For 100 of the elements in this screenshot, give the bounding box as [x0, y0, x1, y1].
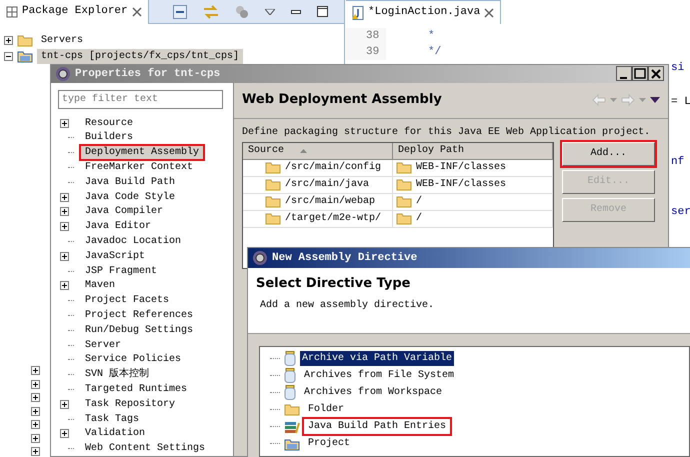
column-header[interactable]: Deploy Path [393, 142, 553, 160]
line-number: 39 [346, 44, 386, 60]
close-icon[interactable] [648, 66, 664, 82]
settings-item[interactable]: Java Build Path [81, 176, 180, 189]
expand-icon[interactable] [60, 118, 69, 128]
expand-icon[interactable] [31, 393, 40, 402]
table-cell-text: / [416, 212, 422, 226]
directive-type-item[interactable]: Java Build Path Entries [304, 419, 450, 434]
menu-icon[interactable] [650, 97, 660, 104]
settings-item[interactable]: FreeMarker Context [81, 160, 198, 174]
project-icon [284, 436, 300, 450]
expand-icon[interactable] [31, 420, 40, 429]
settings-item[interactable]: Task Repository [81, 398, 180, 411]
directive-type-item[interactable]: Archive via Path Variable [300, 351, 454, 366]
table-cell-text: /src/main/config [285, 160, 382, 176]
expand-icon[interactable] [60, 207, 69, 216]
expand-icon[interactable] [60, 192, 69, 202]
settings-item[interactable]: Project Facets [81, 294, 174, 308]
page-title: Web Deployment Assembly [242, 91, 442, 110]
expand-icon[interactable] [31, 447, 40, 456]
jar-icon [284, 385, 296, 400]
jar-icon [284, 368, 296, 383]
collapse-all-icon[interactable] [173, 4, 187, 18]
settings-item[interactable]: Validation [81, 427, 150, 440]
close-icon[interactable] [132, 6, 142, 16]
folder-icon [265, 212, 281, 226]
collapse-icon[interactable] [4, 52, 13, 60]
code-fragment: nf [671, 155, 684, 170]
maximize-icon[interactable] [632, 66, 648, 82]
folder-icon [17, 34, 33, 46]
code-fragment: ser [671, 205, 690, 220]
settings-item[interactable]: Web Content Settings [81, 442, 210, 456]
dialog-heading: Select Directive Type [256, 275, 412, 293]
settings-item[interactable]: Targeted Runtimes [81, 382, 192, 396]
settings-item[interactable]: Java Editor [81, 220, 156, 234]
folder-icon [265, 178, 281, 192]
folder-icon [284, 403, 300, 416]
page-description: Define packaging structure for this Java EE Web Application project. [241, 126, 652, 140]
code-fragment: si [671, 61, 684, 76]
expand-icon[interactable] [60, 222, 69, 232]
books-icon [284, 420, 300, 434]
table-cell-text: WEB-INF/classes [416, 160, 506, 176]
filter-field[interactable]: type filter text [58, 90, 223, 109]
package-icon [6, 6, 18, 18]
column-header[interactable]: Source [243, 142, 393, 160]
table-cell-text: / [416, 194, 422, 210]
table-cell-text: WEB-INF/classes [416, 178, 506, 192]
minimize-icon[interactable] [291, 10, 301, 14]
java-file-icon [352, 6, 364, 20]
editor-tab-title: *LoginAction.java [368, 5, 480, 20]
settings-item[interactable]: Maven [81, 279, 120, 292]
dialog-description: Add a new assembly directive. [260, 298, 436, 312]
expand-icon[interactable] [31, 406, 40, 416]
action-button[interactable]: Add... [562, 142, 655, 166]
settings-item[interactable]: JavaScript [81, 250, 150, 263]
gear-icon [252, 250, 268, 266]
expand-icon[interactable] [60, 252, 69, 261]
settings-item[interactable]: Server [81, 338, 126, 352]
settings-item[interactable]: Java Code Style [81, 190, 180, 204]
settings-item[interactable]: Task Tags [81, 412, 144, 426]
expand-icon[interactable] [60, 281, 69, 290]
project-icon [17, 49, 33, 63]
settings-item[interactable]: SVN 版本控制 [81, 368, 154, 382]
editor-tab[interactable]: *LoginAction.java [346, 0, 502, 24]
folder-icon [265, 195, 281, 208]
tree-item[interactable]: Servers [37, 32, 88, 48]
settings-item[interactable]: Java Compiler [81, 205, 168, 218]
settings-item[interactable]: Service Policies [81, 353, 186, 366]
settings-item[interactable]: Builders [81, 131, 138, 144]
settings-item[interactable]: Resource [81, 116, 138, 130]
expand-icon[interactable] [31, 366, 40, 375]
directive-type-item[interactable]: Archives from Workspace [300, 385, 446, 400]
directive-type-item[interactable]: Archives from File System [300, 368, 458, 383]
tree-item[interactable]: tnt-cps [projects/fx_cps/tnt_cps] [37, 48, 244, 64]
dialog-title: Properties for tnt-cps [75, 66, 220, 82]
settings-item[interactable]: JSP Fragment [81, 264, 162, 278]
expand-icon[interactable] [4, 36, 13, 44]
directive-type-item[interactable]: Folder [304, 402, 348, 417]
settings-item[interactable]: Deployment Assembly [81, 146, 204, 160]
dialog-title: New Assembly Directive [272, 250, 418, 266]
view-menu-icon[interactable] [265, 8, 275, 14]
settings-item[interactable]: Javadoc Location [81, 234, 186, 248]
settings-item[interactable]: Run/Debug Settings [81, 324, 198, 337]
expand-icon[interactable] [60, 400, 69, 409]
directive-type-item[interactable]: Project [304, 436, 354, 451]
code-line: */ [427, 45, 442, 60]
gear-icon [55, 66, 71, 82]
minimize-icon[interactable] [616, 66, 632, 82]
close-icon[interactable] [484, 8, 494, 18]
expand-icon[interactable] [31, 380, 40, 388]
view-tab-title: Package Explorer [22, 4, 128, 20]
maximize-icon[interactable] [317, 6, 328, 17]
expand-icon[interactable] [31, 434, 40, 442]
line-number: 38 [346, 28, 386, 44]
view-tab[interactable]: Package Explorer [0, 0, 149, 24]
code-fragment: = L [671, 95, 690, 110]
table-cell-text: /src/main/webap [285, 194, 376, 210]
folder-icon [396, 178, 412, 192]
settings-item[interactable]: Project References [81, 308, 198, 322]
expand-icon[interactable] [60, 429, 69, 438]
